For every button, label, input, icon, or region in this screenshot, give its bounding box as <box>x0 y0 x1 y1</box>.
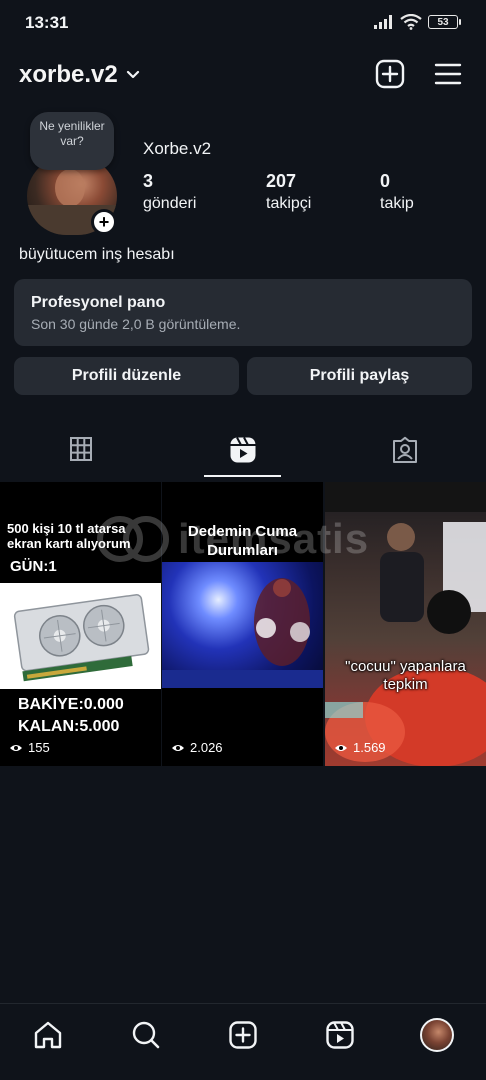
reel-1-amounts: BAKİYE:0.000 KALAN:5.000 <box>18 694 124 738</box>
reel-1-day: GÜN:1 <box>10 558 57 575</box>
watermark: itemsatis <box>96 515 369 563</box>
wifi-icon <box>400 14 422 30</box>
stat-posts[interactable]: 3 gönderi <box>143 172 196 213</box>
menu-button[interactable] <box>434 59 464 89</box>
stat-label: takipçi <box>266 195 312 212</box>
home-icon <box>34 1021 62 1049</box>
bio: büyütucem inş hesabı <box>19 246 175 263</box>
reel-1-view-count: 155 <box>28 740 50 755</box>
status-icons: 53 <box>374 14 461 30</box>
reel-3-caption-line2: tepkim <box>383 676 428 693</box>
battery-icon: 53 <box>428 15 461 29</box>
eye-icon <box>172 744 184 751</box>
tab-posts[interactable] <box>0 430 162 478</box>
edit-profile-button[interactable]: Profili düzenle <box>14 357 239 395</box>
create-icon <box>229 1021 257 1049</box>
nav-reels[interactable] <box>323 1018 357 1052</box>
tab-tagged[interactable] <box>324 430 486 478</box>
eye-icon <box>335 744 347 751</box>
search-icon <box>132 1021 160 1049</box>
reels-icon <box>230 437 256 463</box>
dashboard-subtitle: Son 30 günde 2,0 B görüntüleme. <box>31 316 241 332</box>
stat-following[interactable]: 0 takip <box>380 172 414 213</box>
nav-search[interactable] <box>129 1018 163 1052</box>
tab-reels[interactable] <box>162 430 324 478</box>
note-text: Ne yenilikler var? <box>39 119 105 148</box>
nav-profile[interactable] <box>420 1018 454 1052</box>
battery-level: 53 <box>437 16 449 28</box>
watermark-text: itemsatis <box>178 515 370 562</box>
grid-icon <box>70 437 92 461</box>
dashboard-title: Profesyonel pano <box>31 294 166 311</box>
reel-3-caption: "cocuu" yapanlara tepkim <box>325 658 486 694</box>
reel-3-caption-line1: "cocuu" yapanlara <box>345 658 466 675</box>
account-switcher[interactable]: xorbe.v2 <box>19 61 140 89</box>
reels-icon <box>326 1021 354 1049</box>
menu-icon <box>434 63 462 85</box>
eye-icon <box>10 744 22 751</box>
stat-value: 0 <box>380 171 391 191</box>
reel-2-view-count: 2.026 <box>190 740 223 755</box>
watermark-logo-icon <box>97 516 169 562</box>
stat-label: takip <box>380 195 414 212</box>
gpu-image <box>0 583 161 689</box>
signal-icon <box>374 15 392 29</box>
reel-1-views: 155 <box>9 740 50 755</box>
chevron-down-icon <box>126 70 139 79</box>
reel-2-image <box>162 562 323 688</box>
reel-1-balance: BAKİYE:0.000 <box>18 696 124 713</box>
stat-value: 207 <box>266 171 297 191</box>
reel-2-views: 2.026 <box>171 740 223 755</box>
display-name: Xorbe.v2 <box>143 139 212 158</box>
profile-avatar-icon <box>420 1018 454 1052</box>
new-post-button[interactable] <box>375 59 405 89</box>
profile-header: xorbe.v2 <box>0 55 486 97</box>
nav-home[interactable] <box>31 1018 65 1052</box>
add-story-button[interactable]: + <box>91 209 117 235</box>
note-bubble[interactable]: Ne yenilikler var? <box>30 112 114 170</box>
stat-followers[interactable]: 207 takipçi <box>266 172 311 213</box>
professional-dashboard[interactable]: Profesyonel pano Son 30 günde 2,0 B görü… <box>14 279 472 346</box>
new-post-icon <box>375 59 405 89</box>
tagged-icon <box>393 436 417 463</box>
status-time: 13:31 <box>25 13 69 32</box>
stat-label: gönderi <box>143 195 197 212</box>
active-tab-indicator <box>204 475 281 477</box>
reel-3-views: 1.569 <box>334 740 386 755</box>
status-bar: 13:31 53 <box>0 0 486 46</box>
plus-icon: + <box>98 212 110 232</box>
bottom-nav <box>0 1003 486 1080</box>
username: xorbe.v2 <box>19 61 118 88</box>
stat-value: 3 <box>143 171 154 191</box>
reel-1-remaining: KALAN:5.000 <box>18 718 120 735</box>
profile-tabs <box>0 430 486 480</box>
reel-3-view-count: 1.569 <box>353 740 386 755</box>
share-profile-button[interactable]: Profili paylaş <box>247 357 472 395</box>
nav-create[interactable] <box>226 1018 260 1052</box>
